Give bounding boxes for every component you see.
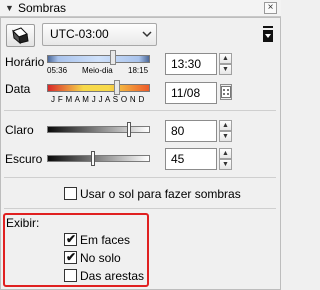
sunset-time: 18:15 (128, 66, 149, 75)
noon-label: Meio-dia (82, 66, 113, 75)
light-spinner[interactable]: ▲ ▼ (219, 120, 232, 142)
light-slider-thumb[interactable] (127, 122, 132, 137)
use-sun-checkbox[interactable] (64, 187, 77, 200)
spin-up-icon[interactable]: ▲ (219, 148, 232, 159)
divider (4, 208, 276, 209)
spin-up-icon[interactable]: ▲ (219, 53, 232, 64)
time-slider-track[interactable] (47, 55, 150, 63)
dark-spinner[interactable]: ▲ ▼ (219, 148, 232, 170)
dark-input[interactable]: 45 (165, 148, 217, 170)
shadow-tool-button[interactable] (6, 24, 35, 47)
light-label: Claro (5, 123, 34, 137)
sunrise-time: 05:36 (47, 66, 68, 75)
spin-down-icon[interactable]: ▼ (219, 131, 232, 142)
dark-slider-thumb[interactable] (91, 151, 96, 166)
light-slider-track[interactable] (47, 126, 150, 133)
month-initials: J F M A M J J A S O N D (51, 95, 145, 104)
date-slider-thumb[interactable] (114, 80, 121, 95)
time-spinner[interactable]: ▲ ▼ (219, 53, 232, 75)
timezone-value: UTC-03:00 (50, 27, 109, 41)
close-icon[interactable]: × (264, 2, 277, 14)
divider (4, 177, 276, 178)
spin-up-icon[interactable]: ▲ (219, 120, 232, 131)
calendar-icon (221, 86, 231, 98)
chevron-down-icon (142, 31, 152, 38)
date-input[interactable]: 11/08 (165, 82, 217, 104)
divider (4, 110, 276, 111)
shadow-tool-icon (12, 27, 29, 45)
time-slider-thumb[interactable] (109, 50, 116, 65)
light-input[interactable]: 80 (165, 120, 217, 142)
time-input[interactable]: 13:30 (165, 53, 217, 75)
panel-options-icon[interactable] (263, 26, 273, 42)
dark-slider-track[interactable] (47, 155, 150, 162)
dark-label: Escuro (5, 152, 43, 166)
date-label: Data (5, 82, 31, 96)
date-slider-track[interactable] (47, 84, 150, 92)
time-label: Horário (5, 55, 45, 69)
collapse-triangle-icon[interactable]: ▼ (5, 1, 14, 15)
calendar-button[interactable] (220, 84, 232, 100)
window-title: Sombras (18, 1, 67, 15)
use-sun-label: Usar o sol para fazer sombras (80, 187, 241, 201)
spin-down-icon[interactable]: ▼ (219, 64, 232, 75)
highlight-box (3, 213, 149, 287)
spin-down-icon[interactable]: ▼ (219, 159, 232, 170)
